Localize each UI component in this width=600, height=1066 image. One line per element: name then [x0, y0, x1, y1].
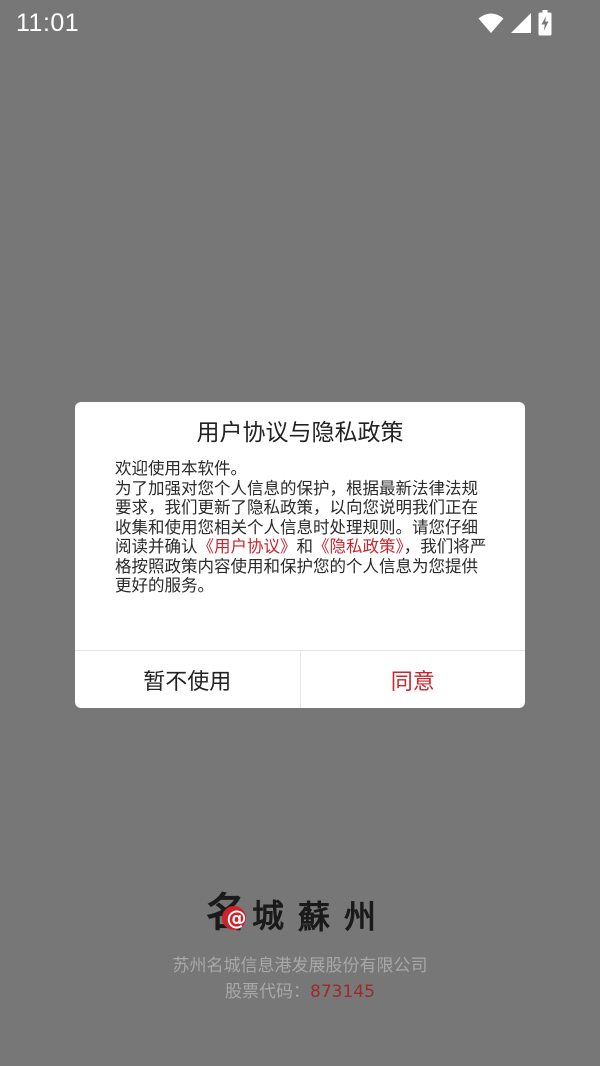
and-text: 和	[296, 537, 314, 556]
status-icons	[478, 9, 552, 37]
battery-charging-icon	[538, 10, 552, 36]
decline-button[interactable]: 暂不使用	[75, 651, 301, 708]
logo-char-su: 蘇	[298, 898, 330, 936]
privacy-dialog: 用户协议与隐私政策 欢迎使用本软件。 为了加强对您个人信息的保护，根据最新法律法…	[75, 402, 525, 708]
dialog-title: 用户协议与隐私政策	[196, 420, 404, 446]
stock-line: 股票代码：873145	[0, 981, 600, 1003]
stock-label: 股票代码：	[225, 982, 311, 1002]
logo-at-icon: @	[227, 906, 247, 930]
wifi-icon	[478, 12, 504, 34]
brand-logo: 名 @ 城 蘇 州	[206, 889, 376, 936]
user-agreement-link[interactable]: 《用户协议》	[198, 537, 297, 556]
dialog-body: 欢迎使用本软件。 为了加强对您个人信息的保护，根据最新法律法规要求，我们更新了隐…	[115, 459, 487, 596]
logo-char-zhou: 州	[344, 898, 376, 936]
logo-char-cheng: 城	[252, 897, 284, 935]
status-bar: 11:01	[0, 0, 600, 48]
dialog-buttons: 暂不使用 同意	[75, 651, 525, 708]
privacy-policy-link[interactable]: 《隐私政策》	[313, 537, 404, 556]
status-time: 11:01	[16, 9, 80, 37]
welcome-text: 欢迎使用本软件。	[115, 459, 247, 478]
signal-icon	[510, 12, 532, 34]
stock-code: 873145	[310, 982, 375, 1002]
agree-button[interactable]: 同意	[301, 651, 526, 708]
dialog-message: 为了加强对您个人信息的保护，根据最新法律法规要求，我们更新了隐私政策，以向您说明…	[115, 479, 487, 596]
company-name: 苏州名城信息港发展股份有限公司	[172, 956, 428, 976]
